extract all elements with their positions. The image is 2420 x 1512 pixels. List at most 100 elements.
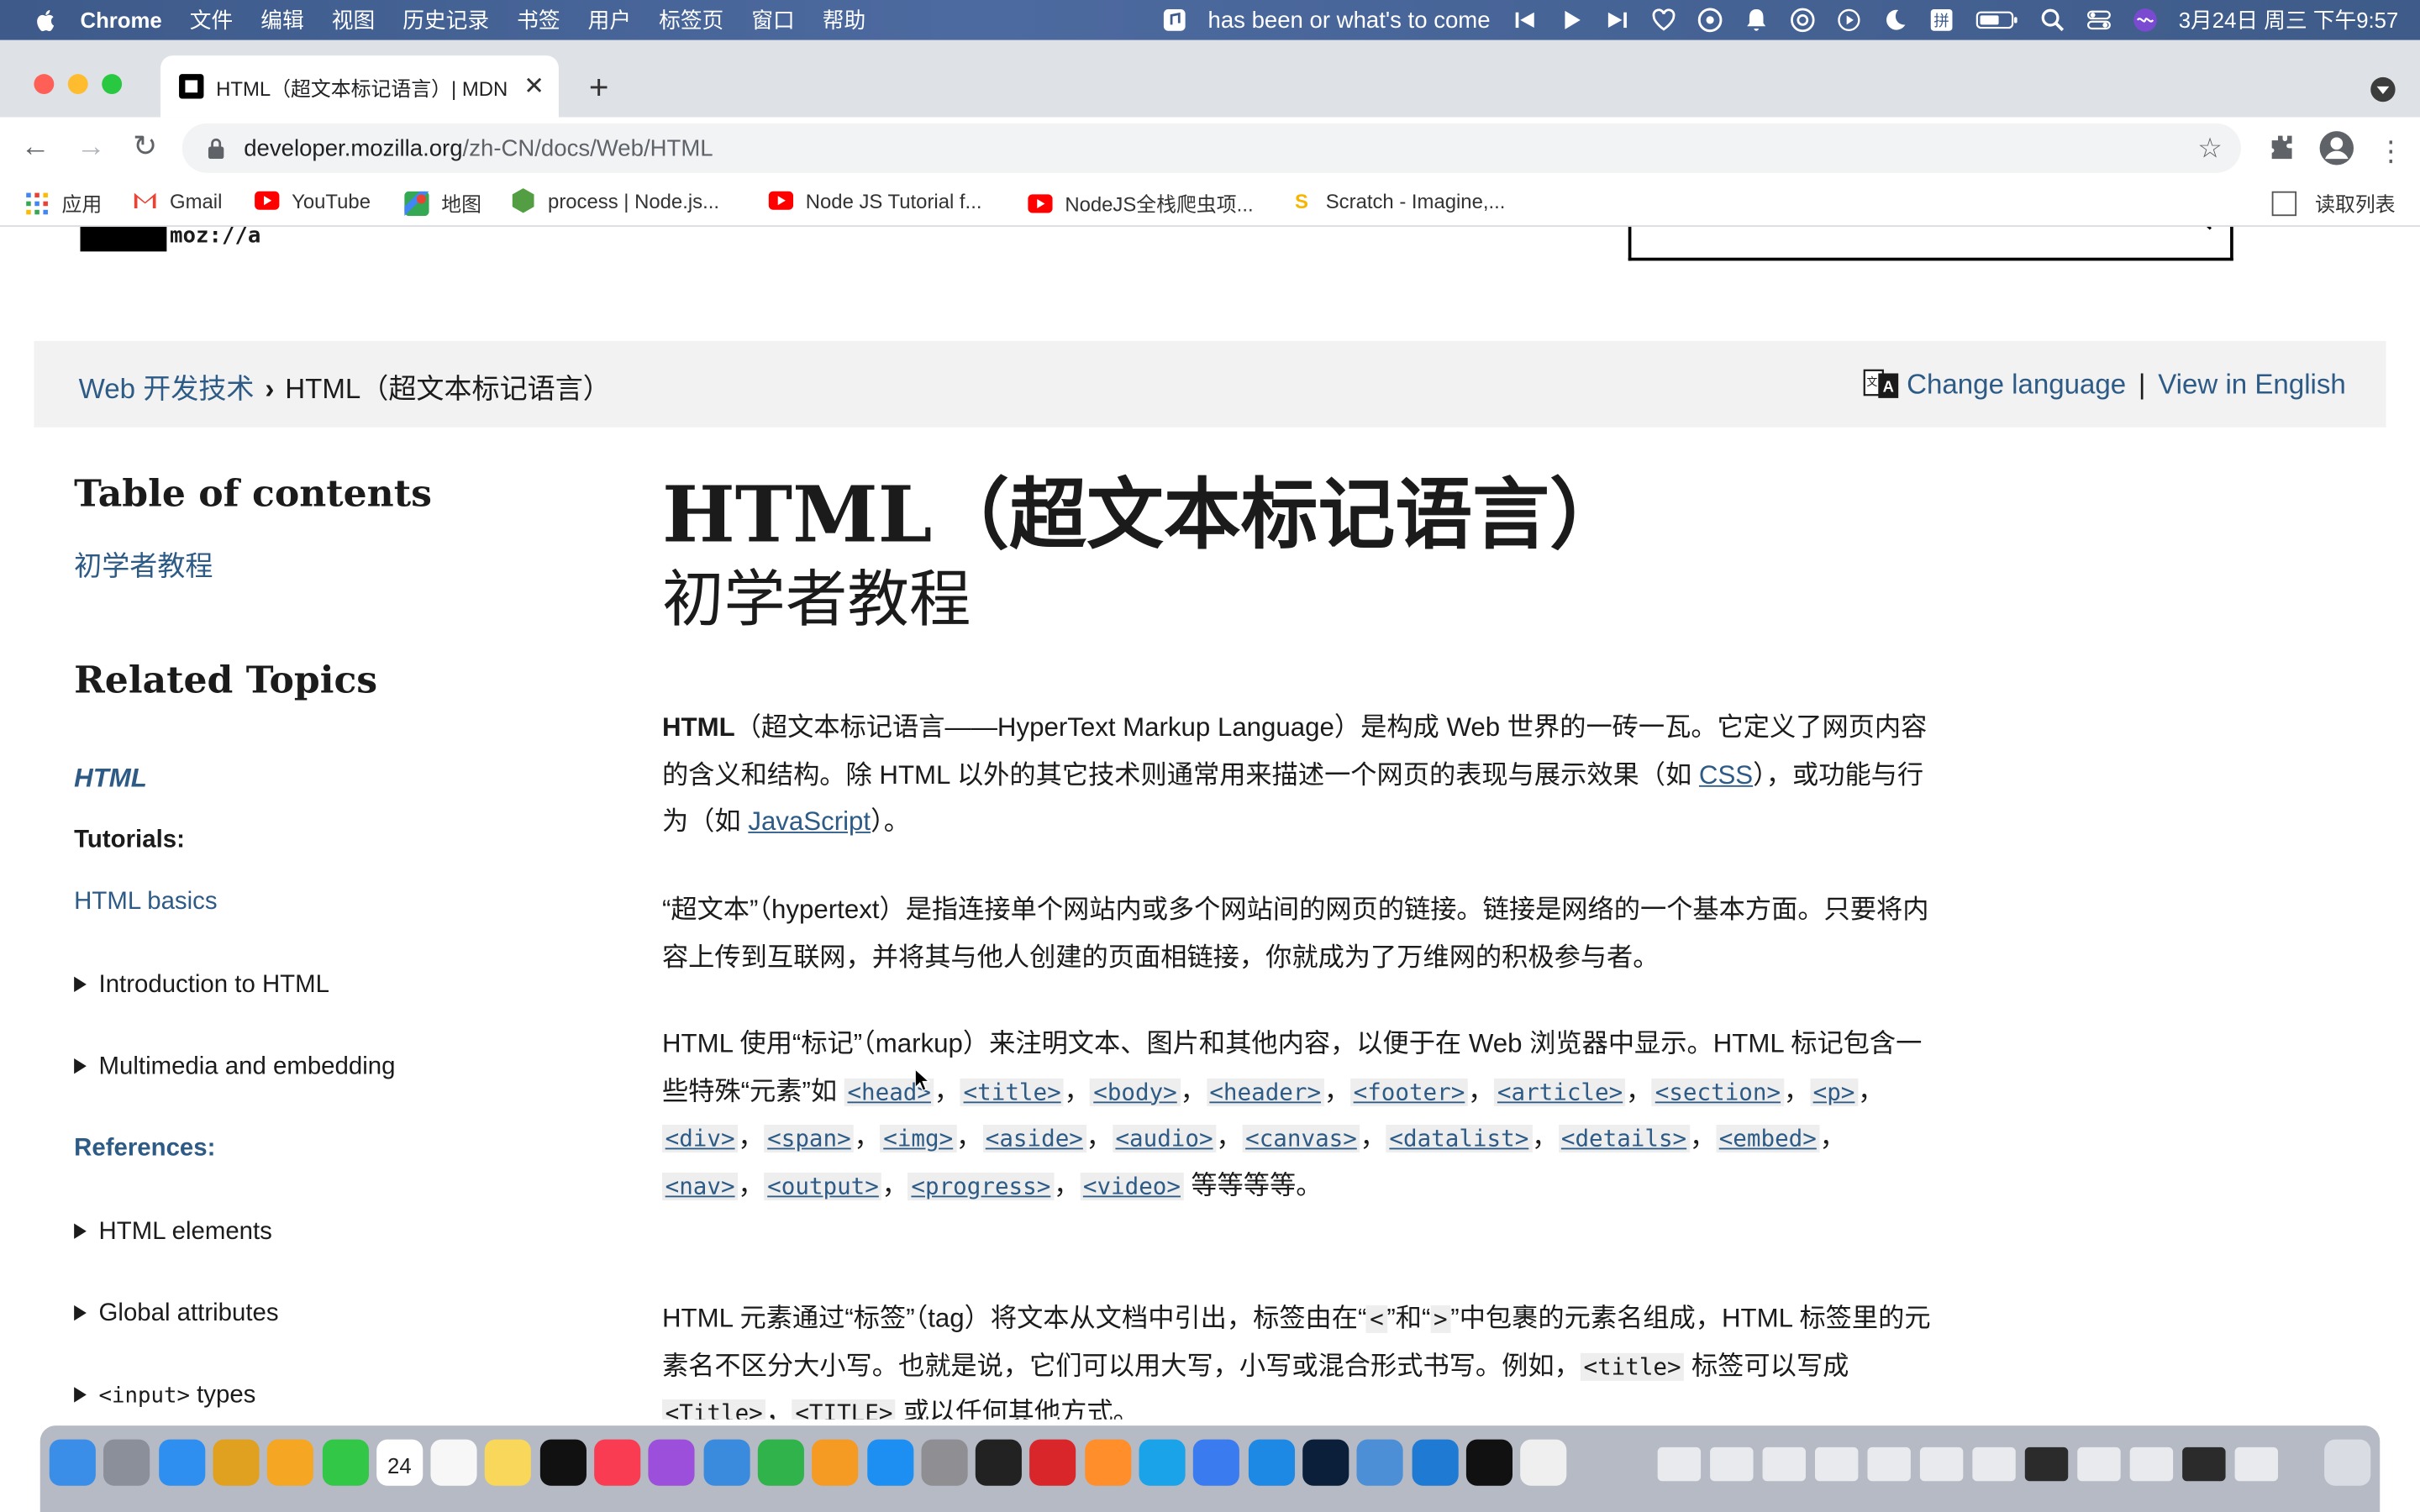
facetime-icon[interactable]	[321, 1439, 369, 1486]
menubar-app-name[interactable]: Chrome	[81, 8, 162, 32]
search-icon[interactable]	[2193, 227, 2215, 241]
menu-tab[interactable]: 标签页	[659, 5, 723, 36]
menu-people[interactable]: 用户	[588, 5, 631, 36]
bookmark-process-nodejs[interactable]: process | Node.js...	[511, 188, 719, 213]
screen-recorder-icon[interactable]	[1836, 8, 1860, 32]
minimized-window-thumbnail[interactable]	[1972, 1446, 2016, 1482]
forward-arrow-icon[interactable]: →	[72, 129, 109, 166]
element-tag-link[interactable]: <details>	[1558, 1125, 1690, 1153]
sidebar-item-multimedia[interactable]: Multimedia and embedding	[74, 1053, 395, 1081]
element-tag-link[interactable]: <header>	[1206, 1078, 1324, 1106]
minimized-window-thumbnail[interactable]	[1710, 1446, 1754, 1482]
chrome-menu-kebab-icon[interactable]: ⋮	[2377, 136, 2405, 169]
minimized-window-thumbnail[interactable]	[2129, 1446, 2174, 1482]
css-link[interactable]: CSS	[1699, 760, 1753, 790]
element-tag-link[interactable]: <section>	[1652, 1078, 1784, 1106]
element-tag-link[interactable]: <datalist>	[1386, 1125, 1532, 1153]
safari-icon[interactable]	[158, 1439, 205, 1486]
new-tab-plus-icon[interactable]: +	[581, 68, 618, 108]
element-tag-link[interactable]: <title>	[960, 1078, 1065, 1106]
element-tag-link[interactable]: <audio>	[1112, 1125, 1217, 1153]
menu-bookmarks[interactable]: 书签	[517, 5, 560, 36]
keynote-icon[interactable]	[702, 1439, 750, 1486]
close-window-icon[interactable]	[34, 74, 55, 95]
breadcrumb-link-web-tech[interactable]: Web 开发技术	[79, 373, 255, 404]
app-store-icon[interactable]	[866, 1439, 913, 1486]
battery-icon[interactable]	[1975, 8, 2018, 32]
podcasts-icon[interactable]	[648, 1439, 696, 1486]
bookmark-nodejs-crawler[interactable]: NodeJS全栈爬虫项...	[1028, 188, 1254, 218]
minimized-window-thumbnail[interactable]	[1762, 1446, 1806, 1482]
minimize-window-icon[interactable]	[67, 74, 88, 95]
element-tag-link[interactable]: <img>	[880, 1125, 956, 1153]
html-basics-link[interactable]: HTML basics	[74, 889, 217, 916]
minimized-window-thumbnail[interactable]	[2077, 1446, 2121, 1482]
minimized-window-thumbnail[interactable]	[1867, 1446, 1911, 1482]
mozilla-logo[interactable]: moz://a	[80, 227, 260, 252]
apple-tv-icon[interactable]	[539, 1439, 587, 1486]
element-tag-link[interactable]: <aside>	[982, 1125, 1086, 1153]
next-track-icon[interactable]	[1604, 8, 1628, 32]
qq-icon[interactable]	[1465, 1439, 1512, 1486]
bookmark-apps[interactable]: 应用	[24, 188, 102, 218]
minimized-window-thumbnail[interactable]	[1919, 1446, 1964, 1482]
menu-help[interactable]: 帮助	[823, 5, 865, 36]
calendar-icon[interactable]: 24	[376, 1439, 423, 1486]
minimized-window-thumbnail[interactable]	[1657, 1446, 1702, 1482]
spotlight-search-icon[interactable]	[2039, 8, 2064, 32]
input-method-pinyin-icon[interactable]: 拼	[1928, 8, 1953, 32]
change-language-link[interactable]: Change language	[1907, 368, 2126, 401]
notes-icon[interactable]	[485, 1439, 532, 1486]
zoom-window-icon[interactable]	[102, 74, 123, 95]
system-preferences-icon[interactable]	[921, 1439, 968, 1486]
tab-close-icon[interactable]: ✕	[518, 71, 550, 102]
tab-search-chevron-icon[interactable]	[2370, 76, 2396, 102]
siri-icon[interactable]	[2133, 8, 2157, 32]
webstorm-icon[interactable]	[1139, 1439, 1186, 1486]
menubar-clock[interactable]: 3月24日 周三 下午9:57	[2179, 5, 2399, 36]
music-icon[interactable]	[594, 1439, 641, 1486]
element-tag-link[interactable]: <nav>	[661, 1172, 739, 1200]
element-tag-link[interactable]: <body>	[1090, 1078, 1181, 1106]
element-tag-link[interactable]: <article>	[1494, 1078, 1626, 1106]
launchpad-icon[interactable]	[103, 1439, 150, 1486]
sidebar-item-html-elements[interactable]: HTML elements	[74, 1219, 272, 1247]
numbers-icon[interactable]	[757, 1439, 804, 1486]
minimized-window-thumbnail[interactable]	[2234, 1446, 2279, 1482]
back-arrow-icon[interactable]: ←	[17, 129, 54, 166]
sublime-text-icon[interactable]	[1084, 1439, 1131, 1486]
sidebar-item-global-attributes[interactable]: Global attributes	[74, 1300, 279, 1328]
element-tag-link[interactable]: <embed>	[1716, 1125, 1820, 1153]
element-tag-link[interactable]: <footer>	[1349, 1078, 1468, 1106]
bookmark-nodejs-tutorial[interactable]: Node JS Tutorial f...	[768, 188, 981, 213]
sidebar-item-intro-html[interactable]: Introduction to HTML	[74, 972, 329, 1000]
element-tag-link[interactable]: <video>	[1080, 1172, 1184, 1200]
bookmark-star-icon[interactable]: ☆	[2197, 133, 2223, 165]
control-center-icon[interactable]	[2086, 8, 2111, 32]
minimized-window-thumbnail[interactable]	[2182, 1446, 2226, 1482]
now-playing-title[interactable]: has been or what's to come	[1208, 7, 1491, 33]
terminal-icon[interactable]	[975, 1439, 1023, 1486]
photos-icon[interactable]	[267, 1439, 314, 1486]
textedit-icon[interactable]	[1520, 1439, 1567, 1486]
quicktime-icon[interactable]	[1356, 1439, 1403, 1486]
bookmark-gmail[interactable]: Gmail	[133, 188, 222, 213]
toc-link-beginner[interactable]: 初学者教程	[74, 544, 213, 585]
element-tag-link[interactable]: <p>	[1809, 1078, 1859, 1106]
pages-icon[interactable]	[812, 1439, 859, 1486]
site-search-input[interactable]	[1628, 227, 2233, 261]
creative-cloud-icon[interactable]	[1790, 8, 1814, 33]
lock-icon[interactable]	[207, 137, 225, 160]
reload-icon[interactable]: ↻	[127, 129, 164, 166]
javascript-link[interactable]: JavaScript	[748, 807, 871, 837]
related-html-link[interactable]: HTML	[74, 764, 147, 795]
element-tag-link[interactable]: <div>	[661, 1125, 739, 1153]
reminders-icon[interactable]	[430, 1439, 477, 1486]
extensions-puzzle-icon[interactable]	[2265, 133, 2296, 171]
xcode-icon[interactable]	[1248, 1439, 1295, 1486]
view-in-english-link[interactable]: View in English	[2158, 368, 2346, 401]
address-bar[interactable]: developer.mozilla.org/zh-CN/docs/Web/HTM…	[182, 123, 2241, 173]
play-icon[interactable]	[1558, 8, 1582, 32]
menu-window[interactable]: 窗口	[751, 5, 794, 36]
element-tag-link[interactable]: <canvas>	[1242, 1125, 1360, 1153]
